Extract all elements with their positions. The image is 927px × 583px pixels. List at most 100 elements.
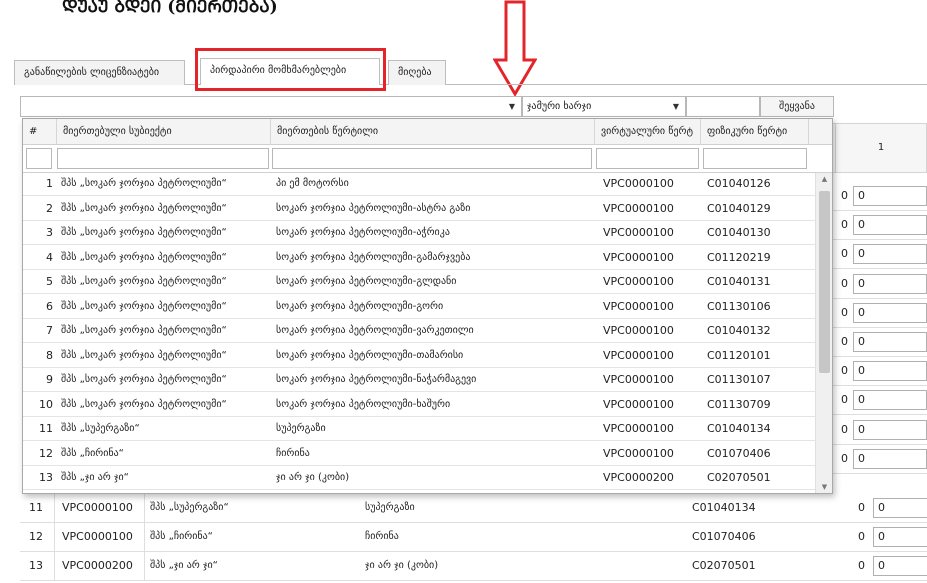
row-number: 3 xyxy=(46,226,53,239)
subject-name: შპს „სოკარ ჯორჯია პეტროლიუმი“ xyxy=(61,300,227,312)
header-subject[interactable]: მიერთებული სუბიექტი xyxy=(57,119,271,145)
physical-point: C01040129 xyxy=(707,201,771,215)
subject-name: შპს „სუპერგაზი“ xyxy=(61,423,140,434)
subject-name: შპს „სუპერგაზი“ xyxy=(150,502,229,513)
dropdown-header: # მიერთებული სუბიექტი მიერთების წერტილი … xyxy=(23,119,832,145)
value-field[interactable]: 0 xyxy=(853,244,927,265)
physical-point: C01040126 xyxy=(707,177,771,190)
physical-point: C02070501 xyxy=(707,471,771,484)
value-field[interactable]: 0 xyxy=(873,527,927,547)
physical-code: C01070406 xyxy=(692,530,756,543)
dropdown-row[interactable]: 5 შპს „სოკარ ჯორჯია პეტროლიუმი“ სოკარ ჯორჯ… xyxy=(23,271,815,294)
dropdown-scrollbar[interactable]: ▲ ▼ xyxy=(815,173,832,493)
value-input[interactable] xyxy=(686,96,760,117)
connection-point: პი ემ მოტორსი xyxy=(276,178,349,189)
connection-point: სოკარ ჯორჯია პეტროლიუმი-გლდანი xyxy=(276,276,457,287)
value-field[interactable]: 0 xyxy=(853,215,927,236)
dropdown-row[interactable]: 13 შპს „ჯი არ ჯი“ ჯი არ ჯი (კობი) VPC000020… xyxy=(23,467,815,490)
dropdown-row[interactable]: 12 შპს „ჩირინა“ ჩირინა VPC0000100 C01070406 xyxy=(23,443,815,466)
annotation-arrow-icon xyxy=(493,0,537,96)
value-field[interactable]: 0 xyxy=(853,419,927,440)
physical-code: C01040134 xyxy=(692,501,756,514)
row-divider xyxy=(833,326,927,328)
zero-value: 0 xyxy=(841,393,848,407)
filter-physical-input[interactable] xyxy=(703,148,807,169)
filter-subject-input[interactable] xyxy=(57,148,269,169)
dropdown-row[interactable]: 3 შპს „სოკარ ჯორჯია პეტროლიუმი“ სოკარ ჯორჯ… xyxy=(23,222,815,245)
row-number: 4 xyxy=(46,250,53,264)
dropdown-row[interactable]: 1 შპს „სოკარ ჯორჯია პეტროლიუმი“ პი ემ მოტო… xyxy=(23,173,815,196)
filter-number-input[interactable] xyxy=(26,148,52,169)
virtual-point: VPC0000200 xyxy=(603,471,674,484)
zero-value: 0 xyxy=(841,364,848,378)
tab-distribution-licensees[interactable]: განაწილების ლიცენზიატები xyxy=(14,60,185,85)
vpc-code: VPC0000100 xyxy=(62,501,133,514)
connection-point: სოკარ ჯორჯია პეტროლიუმი-თამარისი xyxy=(276,349,464,361)
dropdown-row[interactable]: 8 შპს „სოკარ ჯორჯია პეტროლიუმი“ სოკარ ჯორჯ… xyxy=(23,345,815,368)
value-field[interactable]: 0 xyxy=(853,273,927,294)
scrollbar-thumb[interactable] xyxy=(819,191,830,373)
subject-name: შპს „სოკარ ჯორჯია პეტროლიუმი“ xyxy=(61,374,227,385)
subject-select[interactable]: ▼ xyxy=(20,96,522,117)
value-field[interactable]: 0 xyxy=(853,332,927,352)
filter-virtual-input[interactable] xyxy=(596,148,699,169)
header-point[interactable]: მიერთების წერტილი xyxy=(271,119,595,145)
connection-point: ჩირინა xyxy=(365,531,399,542)
virtual-point: VPC0000100 xyxy=(603,397,674,411)
connection-point: სოკარ ჯორჯია პეტროლიუმი-გამარჯვება xyxy=(276,251,471,263)
table-row[interactable]: 12 VPC0000100 შპს „ჩირინა“ ჩირინა C01070… xyxy=(20,523,927,552)
dropdown-row[interactable]: 11 შპს „სუპერგაზი“ სუპერგაზი VPC0000100 C010… xyxy=(23,418,815,441)
row-divider xyxy=(833,297,927,299)
row-divider xyxy=(833,414,927,416)
row-number: 9 xyxy=(46,373,53,386)
connection-point: სოკარ ჯორჯია პეტროლიუმი-ნაჭარმაგევი xyxy=(276,374,477,385)
row-number: 7 xyxy=(46,324,53,337)
connection-point: სოკარ ჯორჯია პეტროლიუმი-ასტრა გაზი xyxy=(276,202,471,214)
row-divider xyxy=(833,385,927,387)
chevron-down-icon[interactable]: ▼ xyxy=(509,97,515,116)
row-number: 13 xyxy=(29,559,43,572)
dropdown-row[interactable]: 2 შპს „სოკარ ჯორჯია პეტროლიუმი“ სოკარ ჯორჯ… xyxy=(23,198,815,221)
connection-point: სუპერგაზი xyxy=(365,502,415,513)
subject-name: შპს „ჯი არ ჯი“ xyxy=(61,472,129,483)
dropdown-row[interactable]: 6 შპს „სოკარ ჯორჯია პეტროლიუმი“ სოკარ ჯორჯ… xyxy=(23,296,815,319)
virtual-point: VPC0000100 xyxy=(603,177,674,190)
scroll-down-icon[interactable]: ▼ xyxy=(816,483,832,491)
dropdown-row[interactable]: 7 შპს „სოკარ ჯორჯია პეტროლიუმი“ სოკარ ჯორჯ… xyxy=(23,320,815,343)
value-field[interactable]: 0 xyxy=(853,448,927,469)
expense-type-value: ჯამური ხარჯი xyxy=(527,101,592,112)
dropdown-row[interactable]: 9 შპს „სოკარ ჯორჯია პეტროლიუმი“ სოკარ ჯორჯ… xyxy=(23,369,815,392)
physical-point: C01120219 xyxy=(707,250,771,264)
filter-point-input[interactable] xyxy=(272,148,592,169)
value-field[interactable]: 0 xyxy=(853,302,927,323)
chevron-down-icon[interactable]: ▼ xyxy=(673,97,679,116)
header-physical[interactable]: ფიზიკური წერტი xyxy=(701,119,809,145)
subject-name: შპს „სოკარ ჯორჯია პეტროლიუმი“ xyxy=(61,276,227,287)
subject-name: შპს „ჩირინა“ xyxy=(150,531,213,542)
add-button[interactable]: შეყვანა xyxy=(760,96,834,117)
table-row[interactable]: 11 VPC0000100 შპს „სუპერგაზი“ სუპერგაზი … xyxy=(20,494,927,523)
header-virtual[interactable]: ვირტუალური წერტ xyxy=(595,119,701,145)
virtual-point: VPC0000100 xyxy=(603,299,674,313)
zero-value: 0 xyxy=(841,218,848,232)
dropdown-row[interactable]: 4 შპს „სოკარ ჯორჯია პეტროლიუმი“ სოკარ ჯორჯ… xyxy=(23,247,815,270)
tab-reception[interactable]: მიღება xyxy=(388,60,446,85)
row-number: 11 xyxy=(29,501,43,514)
value-field[interactable]: 0 xyxy=(873,556,927,576)
physical-point: C01040130 xyxy=(707,226,771,239)
table-row[interactable]: 13 VPC0000200 შპს „ჯი არ ჯი“ ჯი არ ჯი (კ… xyxy=(20,552,927,581)
row-divider xyxy=(833,239,927,241)
row-number: 8 xyxy=(46,348,53,362)
dropdown-row[interactable]: 10 შპს „სოკარ ჯორჯია პეტროლიუმი“ სოკარ ჯორ… xyxy=(23,394,815,417)
scroll-up-icon[interactable]: ▲ xyxy=(816,175,832,183)
expense-type-select[interactable]: ჯამური ხარჯი ▼ xyxy=(522,96,686,117)
zero-value: 0 xyxy=(841,247,848,261)
vpc-code: VPC0000200 xyxy=(62,559,133,572)
value-field[interactable]: 0 xyxy=(853,361,927,382)
value-field[interactable]: 0 xyxy=(853,390,927,411)
subject-dropdown-panel[interactable]: # მიერთებული სუბიექტი მიერთების წერტილი … xyxy=(22,118,833,494)
zero-value: 0 xyxy=(841,422,848,436)
value-field[interactable]: 0 xyxy=(853,186,927,206)
row-number: 6 xyxy=(46,299,53,313)
value-field[interactable]: 0 xyxy=(873,498,927,518)
